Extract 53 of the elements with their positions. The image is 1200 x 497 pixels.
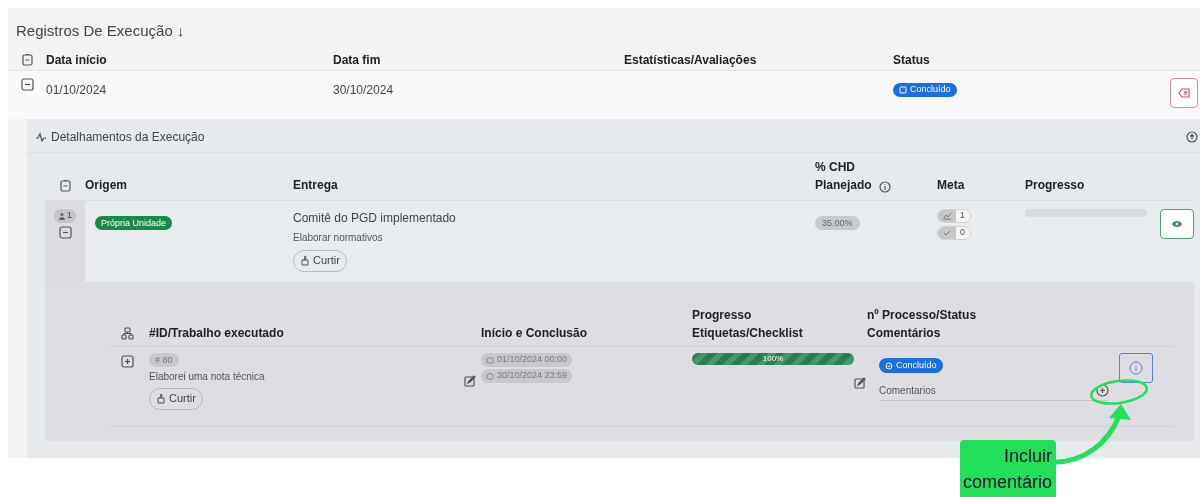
info-icon bbox=[1129, 360, 1143, 375]
info-button[interactable] bbox=[1119, 352, 1153, 383]
clipboard-icon bbox=[20, 52, 34, 66]
column-header: Meta bbox=[937, 176, 965, 194]
clipboard-icon bbox=[58, 178, 72, 192]
origin-badge: Própria Unidade bbox=[95, 215, 173, 230]
table-cell: 30/10/2024 bbox=[333, 82, 394, 97]
id-badge: # 80 bbox=[149, 352, 179, 367]
delete-button[interactable] bbox=[1170, 77, 1198, 108]
status-badge: Concluído bbox=[879, 358, 943, 373]
edit-icon[interactable] bbox=[464, 374, 476, 387]
edit-icon[interactable] bbox=[854, 376, 866, 389]
delete-icon bbox=[1178, 86, 1190, 99]
expand-icon[interactable] bbox=[121, 354, 134, 368]
pulse-icon bbox=[35, 132, 47, 142]
progress-label: 100% bbox=[761, 352, 785, 365]
planned-goal-badge: 1 bbox=[937, 208, 971, 223]
eye-icon bbox=[1171, 219, 1183, 228]
start-date-badge: 01/10/2024 00:00 bbox=[481, 352, 573, 367]
collapse-up-icon[interactable] bbox=[1186, 131, 1198, 143]
collapse-icon[interactable] bbox=[20, 77, 34, 91]
column-header: #ID/Trabalho executado bbox=[149, 324, 285, 342]
section-title: Registros De Execução ↓ bbox=[15, 21, 186, 41]
collapse-icon[interactable] bbox=[58, 225, 72, 239]
count-badge: 1 bbox=[54, 208, 76, 223]
delivery-description: Elaborar normativos bbox=[293, 230, 383, 245]
annotation-label: Incluir comentário bbox=[960, 440, 1056, 497]
column-header: nº Processo/Status Comentários bbox=[867, 306, 978, 342]
column-header: Início e Conclusão bbox=[481, 324, 589, 342]
thumbs-up-icon bbox=[300, 255, 310, 266]
details-title: Detalhamentos da Execução bbox=[51, 129, 205, 146]
column-header: Origem bbox=[85, 176, 127, 194]
column-header: Data fim bbox=[333, 53, 381, 67]
add-icon[interactable] bbox=[1096, 383, 1109, 397]
thumbs-up-icon bbox=[156, 393, 166, 404]
work-description: Elaborei uma nota técnica bbox=[149, 369, 265, 384]
column-header: Entrega bbox=[293, 176, 338, 194]
column-header: Estatísticas/Avaliações bbox=[624, 53, 757, 67]
hierarchy-icon bbox=[121, 326, 134, 340]
column-header: % CHD Planejado bbox=[815, 158, 873, 194]
column-header: Progresso Etiquetas/Checklist bbox=[692, 306, 804, 342]
table-cell: 01/10/2024 bbox=[46, 82, 107, 97]
delivery-title: Comitê do PGD implementado bbox=[293, 209, 456, 227]
column-header: Data início bbox=[46, 53, 107, 67]
info-icon[interactable] bbox=[879, 180, 891, 193]
column-header: Status bbox=[893, 53, 930, 67]
percentage-badge: 35.00% bbox=[815, 215, 860, 230]
comments-label: Comentarios bbox=[879, 383, 936, 398]
view-button[interactable] bbox=[1160, 208, 1194, 239]
achieved-goal-badge: 0 bbox=[937, 225, 971, 240]
status-badge: Concluído bbox=[893, 82, 957, 97]
column-header: Progresso bbox=[1025, 176, 1085, 194]
end-date-badge: 30/10/2024 23:59 bbox=[481, 368, 573, 383]
